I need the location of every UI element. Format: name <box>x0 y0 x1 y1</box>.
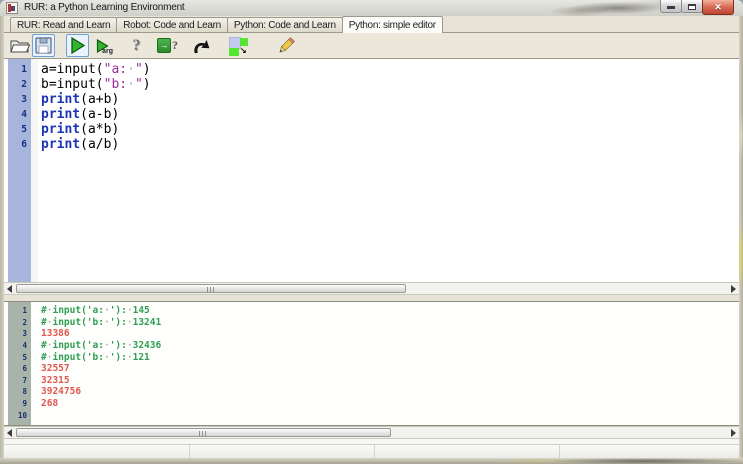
output-line: 6 32557 <box>22 363 70 375</box>
undo-button[interactable] <box>189 34 212 57</box>
tab-python-simple-editor[interactable]: Python: simple editor <box>341 16 443 33</box>
output-line: 2 #·input('b:·'):·13241 <box>22 316 162 328</box>
help-icon: ? <box>132 36 141 54</box>
window-border-bottom <box>0 458 743 464</box>
layout-toggle-button[interactable]: ↘ <box>226 34 249 57</box>
scroll-left-icon[interactable] <box>7 429 12 437</box>
scroll-right-icon[interactable] <box>731 285 736 293</box>
minimize-icon <box>667 6 675 9</box>
status-bar <box>4 444 739 458</box>
client-area: RUR: Read and Learn Robot: Code and Lear… <box>4 16 739 458</box>
title-bar[interactable]: RUR: a Python Learning Environment <box>0 0 743 17</box>
context-help-button[interactable]: → ? <box>156 34 179 57</box>
window-border-right <box>739 16 743 458</box>
save-file-button[interactable] <box>32 34 55 57</box>
notebook-tab-bar: RUR: Read and Learn Robot: Code and Lear… <box>4 16 739 33</box>
maximize-button[interactable] <box>681 0 703 13</box>
output-panel: 1 #·input('a:·'):·145 2 #·input('b:·'):·132… <box>4 301 739 439</box>
edit-mode-button[interactable] <box>274 34 297 57</box>
scroll-right-icon[interactable] <box>731 429 736 437</box>
save-floppy-icon <box>35 37 52 54</box>
open-file-button[interactable] <box>8 34 31 57</box>
run-args-label: arg <box>102 48 113 55</box>
output-hscrollbar[interactable] <box>4 426 739 439</box>
code-line: 4 print(a-b) <box>21 107 120 122</box>
window-title: RUR: a Python Learning Environment <box>24 2 185 13</box>
output-console[interactable]: 1 #·input('a:·'):·145 2 #·input('b:·'):·132… <box>4 301 739 426</box>
status-pane-3 <box>375 445 560 458</box>
toolbar: arg ? → ? ↘ <box>4 33 739 58</box>
code-editor[interactable]: 1 a=input("a:·") 2 b=input("b:·") 3 print(a+b… <box>4 58 739 282</box>
pencil-icon <box>276 36 296 56</box>
tab-python-code-and-learn[interactable]: Python: Code and Learn <box>226 17 343 32</box>
minimize-button[interactable] <box>660 0 682 13</box>
context-help-icon: → <box>157 38 171 53</box>
close-button[interactable] <box>702 0 734 15</box>
run-play-icon <box>70 37 86 54</box>
run-with-args-button[interactable]: arg <box>91 34 114 57</box>
help-button[interactable]: ? <box>125 34 148 57</box>
status-pane-1 <box>4 445 190 458</box>
code-line: 5 print(a*b) <box>21 122 120 137</box>
undo-arrow-icon <box>191 37 211 55</box>
layout-squares-icon: ↘ <box>227 35 248 57</box>
editor-hscrollbar[interactable] <box>4 282 739 295</box>
code-editor-panel: 1 a=input("a:·") 2 b=input("b:·") 3 print(a+b… <box>4 58 739 295</box>
window-controls <box>660 0 734 15</box>
status-pane-2 <box>190 445 375 458</box>
output-line: 10 <box>17 410 27 420</box>
app-icon <box>6 2 18 14</box>
close-icon <box>714 1 722 14</box>
output-line: 9 268 <box>22 398 59 410</box>
folder-open-icon <box>9 37 30 54</box>
maximize-icon <box>688 4 696 10</box>
tab-robot-code-and-learn[interactable]: Robot: Code and Learn <box>116 17 228 32</box>
scroll-left-icon[interactable] <box>7 285 12 293</box>
output-line: 8 3924756 <box>22 386 82 398</box>
output-lines: 1 #·input('a:·'):·145 2 #·input('b:·'):·132… <box>8 302 739 425</box>
code-line: 6 print(a/b) <box>21 137 120 152</box>
output-line: 7 32315 <box>22 374 70 386</box>
output-line: 5 #·input('b:·'):·121 <box>22 351 150 363</box>
app-window: RUR: a Python Learning Environment RUR: … <box>0 0 743 464</box>
editor-hscrollbar-thumb[interactable] <box>16 284 406 293</box>
run-button[interactable] <box>66 34 89 57</box>
code-line: 3 print(a+b) <box>21 92 120 107</box>
output-hscrollbar-thumb[interactable] <box>16 428 391 437</box>
output-line: 1 #·input('a:·'):·145 <box>22 305 150 317</box>
output-line: 3 13386 <box>22 328 70 340</box>
code-line: 1 a=input("a:·") <box>21 62 151 77</box>
tab-rur-read-and-learn[interactable]: RUR: Read and Learn <box>10 17 118 32</box>
output-line: 4 #·input('a:·'):·32436 <box>22 340 162 352</box>
status-pane-4 <box>560 445 739 458</box>
code-line: 2 b=input("b:·") <box>21 77 151 92</box>
editor-lines: 1 a=input("a:·") 2 b=input("b:·") 3 print(a+b… <box>8 59 739 282</box>
